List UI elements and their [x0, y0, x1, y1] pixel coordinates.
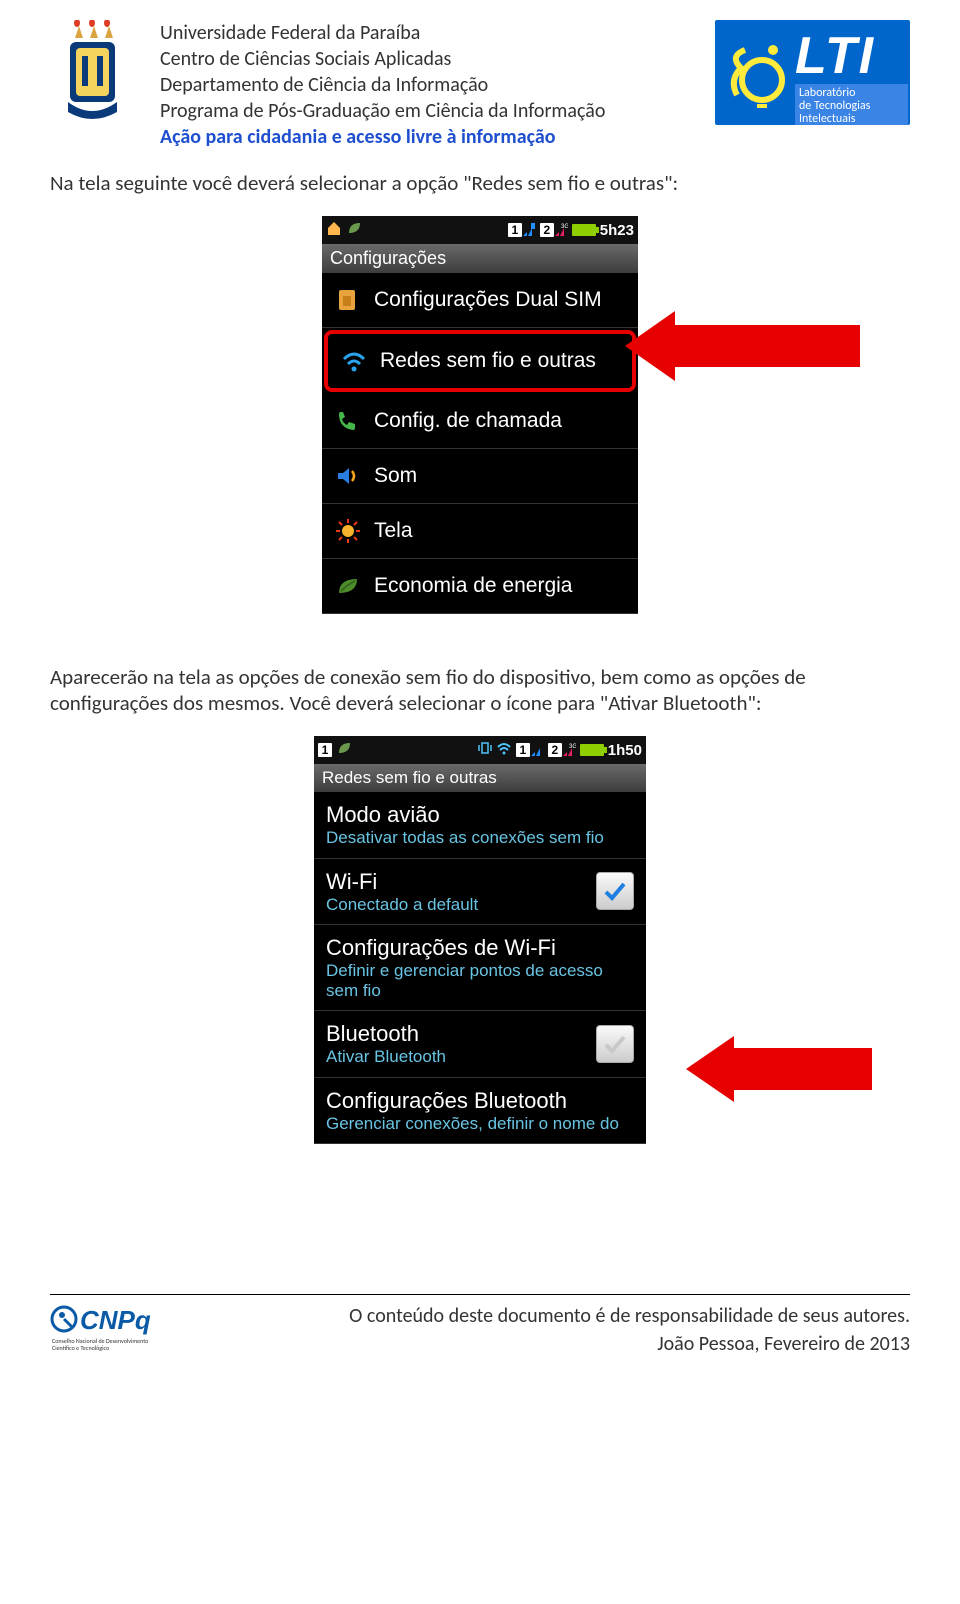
- sim2-indicator: 23G: [548, 743, 576, 757]
- leaf-icon: [336, 740, 352, 760]
- settings-row[interactable]: Config. de chamada: [322, 394, 638, 449]
- svg-text:3G: 3G: [569, 744, 576, 750]
- header-action-line: Ação para cidadania e acesso livre à inf…: [160, 124, 715, 150]
- page-footer: CNPq Conselho Nacional de Desenvolviment…: [50, 1294, 910, 1358]
- settings-row-label: Economia de energia: [374, 574, 628, 598]
- wireless-row-subtitle: Conectado a default: [326, 895, 596, 915]
- sim2-indicator: 23G: [540, 223, 568, 237]
- wireless-row[interactable]: Modo aviãoDesativar todas as conexões se…: [314, 792, 646, 859]
- settings-row[interactable]: Som: [322, 449, 638, 504]
- wireless-row[interactable]: Wi-FiConectado a default: [314, 859, 646, 926]
- phone-screenshot-2: 1 1 23G 1h50 Redes sem fio e outras Modo…: [50, 736, 910, 1144]
- battery-icon: [572, 224, 596, 236]
- callout-arrow: [686, 1036, 872, 1102]
- header-line: Universidade Federal da Paraíba: [160, 20, 715, 46]
- header-text-block: Universidade Federal da Paraíba Centro d…: [160, 20, 715, 150]
- settings-row-label: Config. de chamada: [374, 409, 628, 433]
- settings-row[interactable]: Redes sem fio e outras: [324, 330, 636, 392]
- document-header: Universidade Federal da Paraíba Centro d…: [50, 20, 910, 150]
- settings-row[interactable]: Tela: [322, 504, 638, 559]
- footer-responsibility: O conteúdo deste documento é de responsa…: [180, 1302, 910, 1330]
- home-icon: [326, 220, 342, 240]
- wireless-row-subtitle: Desativar todas as conexões sem fio: [326, 828, 634, 848]
- wireless-row[interactable]: BluetoothAtivar Bluetooth: [314, 1011, 646, 1078]
- lti-logo: LTI Laboratório de Tecnologias Intelectu…: [715, 20, 910, 125]
- vib-icon: [478, 741, 492, 759]
- wireless-row-subtitle: Ativar Bluetooth: [326, 1047, 596, 1067]
- settings-row-label: Som: [374, 464, 628, 488]
- instruction-para-2: Aparecerão na tela as opções de conexão …: [50, 664, 910, 716]
- wifi-icon: [338, 348, 370, 374]
- wireless-row-title: Configurações Bluetooth: [326, 1088, 634, 1114]
- settings-row[interactable]: Configurações Dual SIM: [322, 273, 638, 328]
- lti-letters: LTI: [795, 26, 875, 86]
- wireless-row-title: Wi-Fi: [326, 869, 596, 895]
- settings-row[interactable]: Economia de energia: [322, 559, 638, 614]
- wireless-row[interactable]: Configurações de Wi-FiDefinir e gerencia…: [314, 925, 646, 1011]
- footer-date: João Pessoa, Fevereiro de 2013: [180, 1330, 910, 1358]
- settings-row-label: Redes sem fio e outras: [380, 349, 622, 373]
- wireless-row-title: Bluetooth: [326, 1021, 596, 1047]
- sim-badge: 1: [318, 743, 332, 757]
- wireless-row-subtitle: Gerenciar conexões, definir o nome do: [326, 1114, 634, 1134]
- settings-row-label: Tela: [374, 519, 628, 543]
- wireless-row-title: Modo avião: [326, 802, 634, 828]
- svg-text:3G: 3G: [561, 224, 568, 230]
- lti-sub: Intelectuais: [799, 113, 904, 125]
- header-line: Centro de Ciências Sociais Aplicadas: [160, 46, 715, 72]
- status-bar: 1 1 23G 1h50: [314, 736, 646, 764]
- section-title: Redes sem fio e outras: [314, 764, 646, 792]
- wireless-row-title: Configurações de Wi-Fi: [326, 935, 634, 961]
- svg-text:CNPq: CNPq: [80, 1305, 151, 1335]
- section-title: Configurações: [322, 244, 638, 273]
- header-line: Programa de Pós-Graduação em Ciência da …: [160, 98, 715, 124]
- status-time: 5h23: [600, 222, 634, 239]
- checkbox[interactable]: [596, 1025, 634, 1063]
- status-time: 1h50: [608, 742, 642, 759]
- instruction-para-1: Na tela seguinte você deverá selecionar …: [50, 170, 910, 196]
- ufpb-logo: [50, 20, 135, 125]
- svg-text:Científico e Tecnológico: Científico e Tecnológico: [52, 1344, 109, 1352]
- sim-card-icon: [332, 287, 364, 313]
- phone-icon: [332, 408, 364, 434]
- battery-icon: [580, 744, 604, 756]
- phone-screenshot-1: 1 23G 5h23 Configurações Configurações D…: [50, 216, 910, 614]
- sun-icon: [332, 518, 364, 544]
- header-line: Departamento de Ciência da Informação: [160, 72, 715, 98]
- status-bar: 1 23G 5h23: [322, 216, 638, 244]
- sim1-indicator: 1: [508, 223, 536, 237]
- checkbox[interactable]: [596, 872, 634, 910]
- speaker-icon: [332, 463, 364, 489]
- leaf-icon: [346, 220, 362, 240]
- wireless-row-subtitle: Definir e gerenciar pontos de acesso sem…: [326, 961, 634, 1000]
- settings-row-label: Configurações Dual SIM: [374, 288, 628, 312]
- leaf-icon: [332, 573, 364, 599]
- wifi-icon: [496, 741, 512, 759]
- callout-arrow: [625, 311, 860, 381]
- sim1-indicator: 1: [516, 743, 544, 757]
- cnpq-logo: CNPq Conselho Nacional de Desenvolviment…: [50, 1301, 180, 1358]
- wireless-row[interactable]: Configurações BluetoothGerenciar conexõe…: [314, 1078, 646, 1145]
